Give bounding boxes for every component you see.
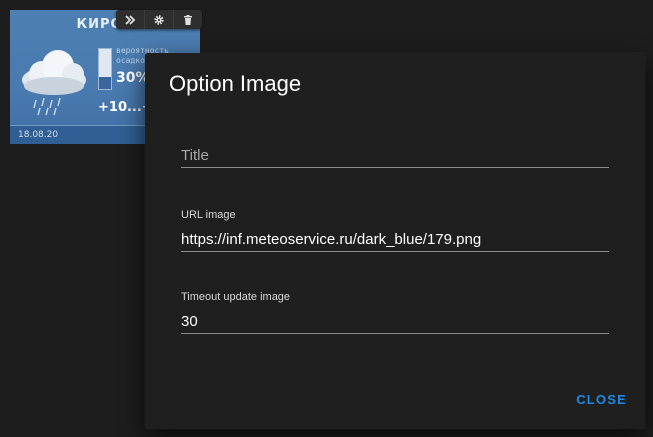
title-field: [181, 143, 609, 173]
widget-date: 18.08.20: [18, 130, 59, 140]
timeout-input[interactable]: [181, 309, 609, 334]
rain-icon: [33, 97, 61, 116]
cloud-icon: [22, 50, 86, 95]
trash-icon: [184, 14, 192, 25]
close-button[interactable]: CLOSE: [574, 388, 629, 411]
precip-bar-fill: [99, 77, 111, 89]
double-chevron-right-icon: [125, 14, 136, 25]
url-label: URL image: [181, 209, 236, 221]
dashboard-canvas: КИРОВ вероятность осадков 30% +10...+ 18…: [0, 0, 653, 437]
timeout-field: Timeout update image: [181, 291, 609, 337]
precip-bar: [98, 48, 112, 90]
option-image-dialog: Option Image URL image Timeout update im…: [145, 53, 645, 429]
widget-toolbar: [116, 10, 202, 29]
delete-button[interactable]: [174, 10, 202, 29]
url-field: URL image: [181, 209, 609, 255]
expand-button[interactable]: [116, 10, 145, 29]
timeout-label: Timeout update image: [181, 291, 291, 303]
title-input[interactable]: [181, 143, 609, 168]
settings-button[interactable]: [145, 10, 174, 29]
gear-icon: [154, 14, 164, 25]
dialog-title: Option Image: [169, 71, 302, 96]
url-input[interactable]: [181, 227, 609, 252]
